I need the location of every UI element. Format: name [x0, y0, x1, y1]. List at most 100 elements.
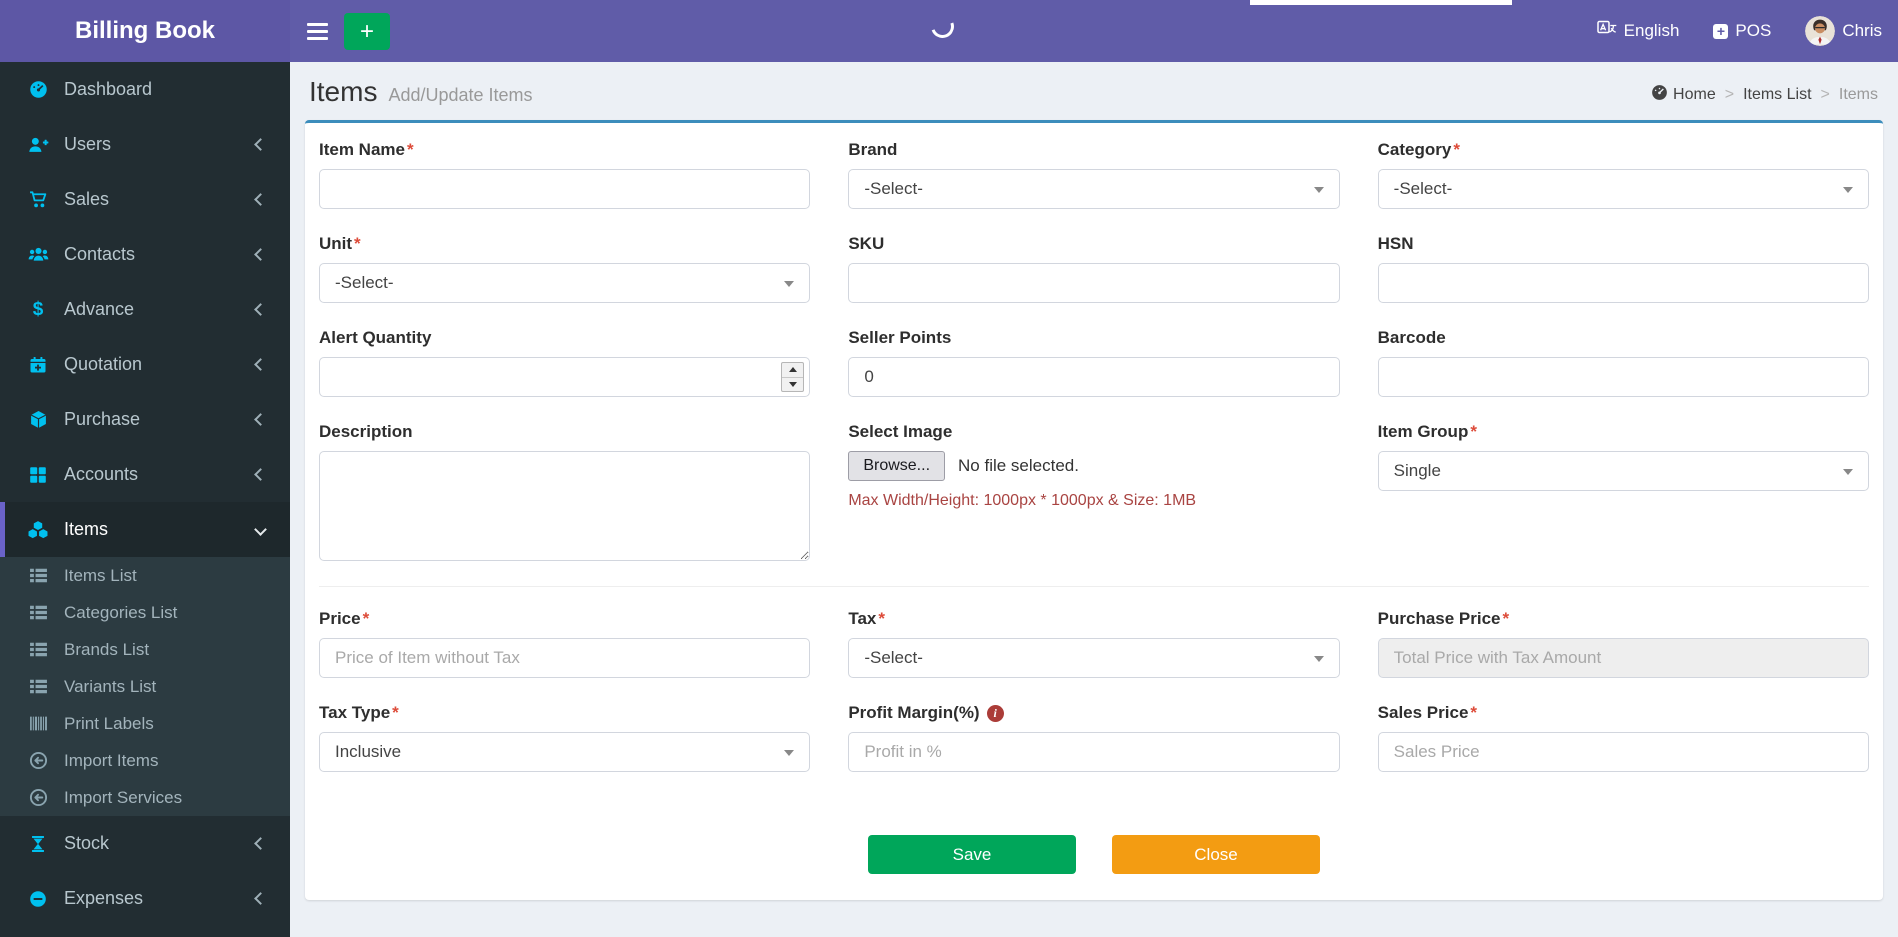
field-label: Sales Price [1377, 703, 1469, 722]
sidebar-toggle-button[interactable] [293, 0, 341, 62]
chevron-left-icon [254, 138, 267, 151]
sidebar-subitem-import-items[interactable]: Import Items [0, 742, 290, 779]
sidebar-item-sales[interactable]: Sales [0, 172, 290, 227]
info-icon[interactable]: i [986, 704, 1004, 722]
breadcrumb: Home > Items List > Items [1651, 84, 1878, 106]
sidebar-item-dashboard[interactable]: Dashboard [0, 62, 290, 117]
sidebar-subitem-items-list[interactable]: Items List [0, 557, 290, 594]
avatar [1805, 16, 1836, 46]
triangle-up-icon [788, 367, 797, 373]
sidebar-subitem-label: Print Labels [64, 713, 154, 733]
field-label: Category [1377, 140, 1452, 159]
dropdown-arrow-icon [784, 750, 795, 756]
sidebar-item-label: Users [64, 134, 112, 154]
arrow-circle-left-icon [25, 751, 51, 770]
sidebar-item-users[interactable]: Users [0, 117, 290, 172]
sidebar-item-contacts[interactable]: Contacts [0, 227, 290, 282]
sku-input[interactable] [848, 263, 1340, 303]
chevron-left-icon [254, 193, 267, 206]
sidebar-item-label: Purchase [64, 409, 141, 429]
sidebar-item-label: Advance [64, 299, 135, 319]
pos-label: POS [1735, 21, 1772, 40]
grid-icon [25, 466, 51, 484]
sidebar-item-accounts[interactable]: Accounts [0, 447, 290, 502]
tax-select[interactable]: -Select- [848, 638, 1340, 678]
number-spinner [781, 362, 805, 392]
breadcrumb-items-list[interactable]: Items List [1743, 86, 1811, 104]
sidebar-subitem-variants-list[interactable]: Variants List [0, 668, 290, 705]
hsn-input[interactable] [1377, 263, 1869, 303]
brand-select[interactable]: -Select- [848, 169, 1340, 209]
item-group-select[interactable]: Single [1377, 451, 1869, 491]
sidebar-item-purchase[interactable]: Purchase [0, 392, 290, 447]
user-menu[interactable]: Chris [1805, 16, 1882, 46]
sidebar-item-items[interactable]: Items [0, 502, 290, 557]
user-plus-icon [25, 135, 51, 154]
field-item-name: Item Name * [319, 140, 811, 209]
brand-logo[interactable]: Billing Book [0, 0, 290, 62]
field-label: Select Image [848, 422, 953, 441]
sidebar-subitem-label: Categories List [64, 602, 178, 622]
tax-type-select[interactable]: Inclusive [319, 732, 811, 772]
sidebar-item-label: Accounts [64, 464, 139, 484]
description-textarea[interactable] [319, 451, 811, 561]
sidebar-item-stock[interactable]: Stock [0, 816, 290, 871]
field-label: Alert Quantity [319, 328, 432, 347]
sales-price-input[interactable] [1377, 732, 1869, 772]
brand-title: Billing Book [75, 17, 215, 44]
field-label: Tax [848, 609, 877, 628]
language-label: English [1623, 21, 1680, 40]
save-button[interactable]: Save [868, 835, 1076, 874]
form-actions: Save Close [319, 835, 1869, 874]
field-barcode: Barcode [1377, 328, 1869, 397]
sidebar-item-quotation[interactable]: Quotation [0, 337, 290, 392]
browse-button[interactable]: Browse... [848, 451, 946, 481]
field-profit-margin: Profit Margin(%) i [848, 703, 1340, 772]
hamburger-icon [306, 22, 328, 26]
item-name-input[interactable] [319, 169, 811, 209]
users-group-icon [25, 246, 51, 263]
field-tax: Tax * -Select- [848, 609, 1340, 678]
purchase-price-input [1377, 638, 1869, 678]
field-label: Seller Points [848, 328, 952, 347]
required-marker: * [392, 703, 399, 722]
field-hsn: HSN [1377, 234, 1869, 303]
seller-points-input[interactable] [848, 357, 1340, 397]
category-select[interactable]: -Select- [1377, 169, 1869, 209]
sidebar-item-label: Contacts [64, 244, 136, 264]
sidebar-subitem-label: Brands List [64, 639, 150, 659]
sidebar-subitem-print-labels[interactable]: Print Labels [0, 705, 290, 742]
sidebar-subitem-categories-list[interactable]: Categories List [0, 594, 290, 631]
quick-add-button[interactable]: + [344, 13, 390, 50]
required-marker: * [1502, 609, 1510, 628]
plus-icon: + [359, 18, 374, 45]
chevron-left-icon [254, 358, 267, 371]
barcode-input[interactable] [1377, 357, 1869, 397]
field-label: Price [319, 609, 361, 628]
profit-margin-input[interactable] [848, 732, 1340, 772]
spinner-down-button[interactable] [782, 378, 803, 392]
language-menu[interactable]: English [1596, 20, 1680, 42]
sidebar-subitem-import-services[interactable]: Import Services [0, 779, 290, 816]
sidebar-item-label: Sales [64, 189, 110, 209]
field-item-group: Item Group * Single [1377, 422, 1869, 566]
sidebar-subitem-brands-list[interactable]: Brands List [0, 631, 290, 668]
sidebar-item-label: Dashboard [64, 79, 153, 99]
spinner-up-button[interactable] [782, 363, 804, 378]
selected-value: Single [1393, 461, 1441, 480]
field-label: HSN [1377, 234, 1414, 253]
alert-quantity-input[interactable] [319, 357, 811, 397]
unit-select[interactable]: -Select- [319, 263, 811, 303]
pos-button[interactable]: + POS [1713, 21, 1771, 41]
sidebar-subitem-label: Import Services [64, 787, 183, 807]
cart-icon [25, 190, 51, 209]
sidebar-item-advance[interactable]: $ Advance [0, 282, 290, 337]
field-category: Category * -Select- [1377, 140, 1869, 209]
field-sales-price: Sales Price * [1377, 703, 1869, 772]
dropdown-arrow-icon [1313, 187, 1324, 193]
price-input[interactable] [319, 638, 811, 678]
close-button[interactable]: Close [1112, 835, 1320, 874]
breadcrumb-home[interactable]: Home [1651, 84, 1716, 106]
dropdown-arrow-icon [784, 281, 795, 287]
sidebar-item-expenses[interactable]: Expenses [0, 871, 290, 926]
